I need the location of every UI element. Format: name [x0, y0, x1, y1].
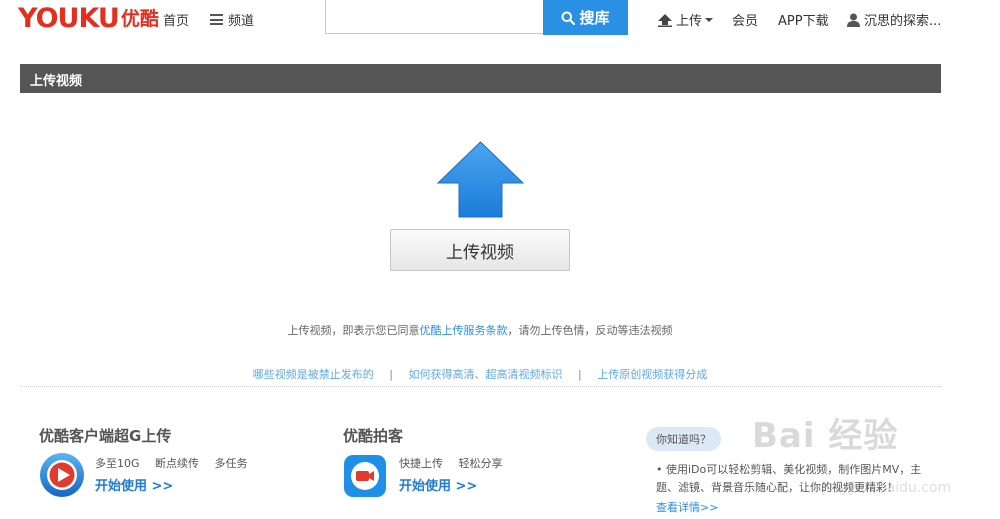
- client-title: 优酷客户端超G上传: [39, 427, 172, 445]
- user-menu[interactable]: 沉思的探索...: [847, 10, 941, 29]
- help-link-hd[interactable]: 如何获得高清、超高清视频标识: [409, 368, 563, 381]
- help-link-forbidden[interactable]: 哪些视频是被禁止发布的: [253, 368, 374, 381]
- paike-feature: 轻松分享: [458, 457, 503, 470]
- youku-logo[interactable]: YOUKU 优酷: [18, 3, 159, 35]
- logo-text: YOUKU: [18, 3, 120, 34]
- youku-paike-icon: [344, 455, 386, 497]
- client-feature: 多至10G: [95, 457, 140, 470]
- help-link-revenue[interactable]: 上传原创视频获得分成: [597, 368, 707, 381]
- agreement-suffix: ，请勿上传色情，反动等违法视频: [507, 324, 673, 337]
- divider: [20, 386, 941, 387]
- client-feature: 多任务: [214, 457, 248, 470]
- app-download-link[interactable]: APP下载: [778, 10, 829, 29]
- hamburger-icon: [210, 14, 223, 25]
- client-start-link[interactable]: 开始使用 >>: [95, 475, 173, 494]
- section-title-bar: 上传视频: [20, 64, 941, 93]
- paike-feature: 快捷上传: [399, 457, 443, 470]
- baidu-watermark-url: jingyan.baidu.com: [822, 480, 952, 496]
- user-name: 沉思的探索...: [864, 14, 942, 29]
- upload-icon: [658, 13, 672, 27]
- upload-nav-link[interactable]: 上传: [657, 10, 714, 29]
- agreement-prefix: 上传视频，即表示您已同意: [287, 324, 420, 337]
- agreement-text: 上传视频，即表示您已同意优酷上传服务条款，请勿上传色情，反动等违法视频: [0, 322, 960, 338]
- client-features: 多至10G 断点续传 多任务: [95, 455, 260, 471]
- search-button-label: 搜库: [579, 9, 610, 27]
- paike-start-link[interactable]: 开始使用 >>: [399, 475, 477, 494]
- nav-channel-link[interactable]: 频道: [210, 10, 254, 29]
- upload-nav-label: 上传: [676, 14, 703, 29]
- search-box: [325, 0, 544, 34]
- vip-link[interactable]: 会员: [732, 10, 758, 29]
- caret-down-icon: [705, 17, 714, 22]
- search-button[interactable]: 搜库: [543, 0, 628, 35]
- help-separator: |: [578, 368, 582, 381]
- user-icon: [847, 13, 860, 27]
- nav-home-link[interactable]: 首页: [163, 10, 189, 29]
- help-separator: |: [389, 368, 393, 381]
- youku-client-icon: [40, 453, 84, 497]
- baidu-watermark: Bai 经验: [752, 416, 899, 456]
- logo-cn-text: 优酷: [120, 8, 159, 30]
- nav-channel-label: 频道: [228, 14, 255, 29]
- search-input[interactable]: [326, 0, 543, 33]
- help-links: 哪些视频是被禁止发布的 | 如何获得高清、超高清视频标识 | 上传原创视频获得分…: [0, 366, 960, 382]
- big-upload-arrow-icon[interactable]: [437, 141, 524, 218]
- upload-video-button[interactable]: 上传视频: [390, 229, 570, 271]
- paike-features: 快捷上传 轻松分享: [399, 455, 515, 471]
- tip-more-link[interactable]: 查看详情>>: [656, 499, 718, 515]
- client-feature: 断点续传: [155, 457, 200, 470]
- tip-bubble: 你知道吗？: [646, 427, 721, 451]
- search-icon: [561, 11, 576, 25]
- terms-link[interactable]: 优酷上传服务条款: [420, 324, 508, 337]
- paike-title: 优酷拍客: [343, 427, 404, 445]
- section-title: 上传视频: [30, 74, 83, 89]
